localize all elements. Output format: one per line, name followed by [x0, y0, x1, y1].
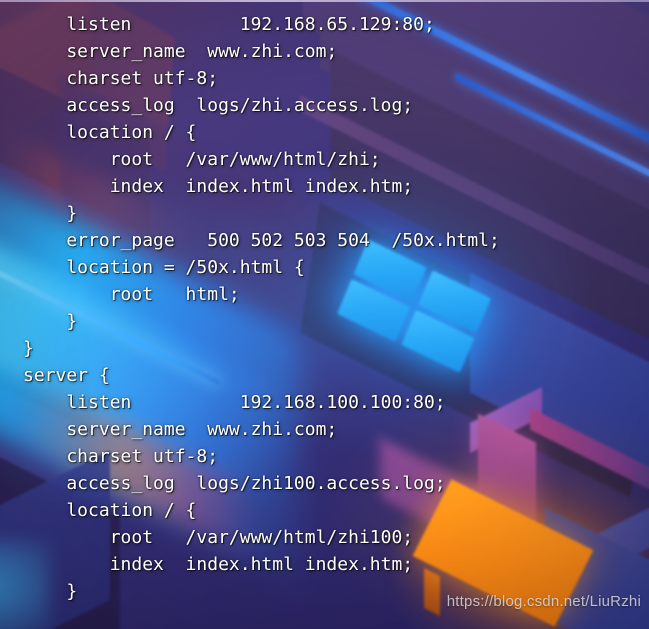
bg-orange-rhombus-side	[424, 568, 440, 616]
top-edge-hairline	[0, 0, 649, 2]
watermark-url: https://blog.csdn.net/LiuRzhi	[446, 593, 641, 610]
bg-cyan-glow-bottom-left	[0, 540, 50, 629]
wallpaper-background	[0, 0, 649, 629]
screenshot-canvas: listen 192.168.65.129:80; server_name ww…	[0, 0, 649, 629]
